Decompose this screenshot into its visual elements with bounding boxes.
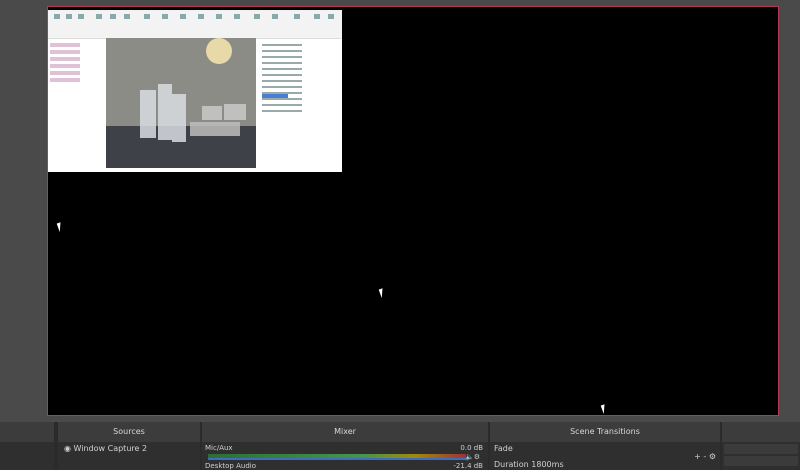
mute-speaker-icon[interactable]: 🔈⚙ bbox=[465, 453, 480, 461]
sources-header: Sources bbox=[58, 422, 200, 443]
mixer-header: Mixer bbox=[202, 422, 488, 443]
captured-toolbar bbox=[48, 10, 342, 39]
mixer-channel-mic: Mic/Aux 0.0 dB 🔈⚙ bbox=[205, 444, 483, 462]
scene-transitions-header: Scene Transitions bbox=[490, 422, 720, 443]
control-button[interactable] bbox=[724, 456, 798, 466]
scenes-header bbox=[0, 422, 54, 443]
bottom-dock: Sources Mixer Scene Transitions ◉ Window… bbox=[0, 422, 800, 470]
sources-panel: ◉ Window Capture 2 bbox=[58, 442, 200, 470]
captured-selection bbox=[262, 94, 288, 98]
control-button[interactable] bbox=[724, 444, 798, 454]
volume-slider[interactable] bbox=[208, 458, 466, 460]
add-remove-transition-icon[interactable]: + - ⚙ bbox=[694, 452, 716, 461]
channel-level: 0.0 dB bbox=[460, 444, 483, 452]
mixer-panel: Mic/Aux 0.0 dB 🔈⚙ Desktop Audio -21.4 dB bbox=[202, 442, 488, 470]
mixer-channel-desktop: Desktop Audio -21.4 dB bbox=[205, 462, 483, 470]
source-item[interactable]: ◉ Window Capture 2 bbox=[64, 444, 147, 453]
channel-name: Mic/Aux bbox=[205, 444, 233, 452]
scenes-panel bbox=[0, 442, 54, 470]
channel-name: Desktop Audio bbox=[205, 462, 256, 470]
duration-label: Duration 1800ms bbox=[494, 460, 564, 469]
captured-viewport bbox=[106, 38, 256, 168]
eye-icon[interactable]: ◉ bbox=[64, 444, 71, 453]
captured-scene-tree bbox=[50, 40, 104, 100]
transition-select[interactable]: Fade bbox=[494, 444, 513, 453]
source-name: Window Capture 2 bbox=[73, 444, 148, 453]
captured-properties-panel bbox=[258, 40, 342, 170]
controls-header bbox=[722, 422, 800, 443]
controls-panel bbox=[722, 442, 800, 470]
scene-transitions-panel: Fade + - ⚙ Duration 1800ms bbox=[490, 442, 720, 470]
window-capture-thumbnail[interactable] bbox=[48, 10, 342, 172]
preview-area bbox=[0, 0, 800, 422]
channel-level: -21.4 dB bbox=[453, 462, 483, 470]
